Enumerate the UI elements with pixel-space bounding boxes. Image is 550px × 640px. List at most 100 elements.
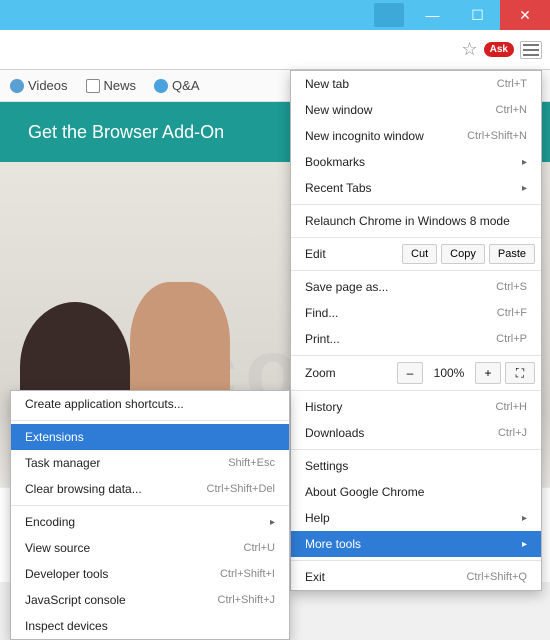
menu-label: New window [305,103,372,117]
menu-separator [11,505,289,506]
menu-label: Encoding [25,515,75,529]
tab-label: News [104,78,137,93]
menu-shortcut: Ctrl+U [244,542,275,554]
minimize-button[interactable]: — [410,0,455,30]
menu-label: Relaunch Chrome in Windows 8 mode [305,214,510,228]
menu-separator [291,355,541,356]
menu-label: Print... [305,332,340,346]
submenu-item-dev-tools[interactable]: Developer toolsCtrl+Shift+I [11,561,289,587]
menu-label: Task manager [25,456,100,470]
maximize-button[interactable]: ☐ [455,0,500,30]
menu-label: Settings [305,459,348,473]
submenu-item-create-shortcuts[interactable]: Create application shortcuts... [11,391,289,417]
menu-label: Clear browsing data... [25,482,142,496]
menu-item-help[interactable]: Help▸ [291,505,541,531]
hero-text: Get the Browser Add-On [28,122,224,143]
menu-label: Save page as... [305,280,388,294]
menu-item-save-as[interactable]: Save page as... Ctrl+S [291,274,541,300]
menu-label: More tools [305,537,361,551]
tab-news[interactable]: News [86,78,137,93]
menu-shortcut: Ctrl+N [496,104,527,116]
menu-shortcut: Ctrl+T [497,78,527,90]
menu-label: View source [25,541,90,555]
tab-label: Q&A [172,78,199,93]
menu-shortcut: Ctrl+H [496,401,527,413]
menu-label: Find... [305,306,338,320]
menu-label: Extensions [25,430,84,444]
menu-item-new-incognito[interactable]: New incognito window Ctrl+Shift+N [291,123,541,149]
menu-label: Edit [305,247,398,261]
menu-shortcut: Ctrl+Shift+J [218,594,275,606]
menu-label: Create application shortcuts... [25,397,184,411]
browser-toolbar: ☆ Ask [0,30,550,70]
menu-separator [291,237,541,238]
menu-item-print[interactable]: Print... Ctrl+P [291,326,541,352]
menu-item-relaunch[interactable]: Relaunch Chrome in Windows 8 mode [291,208,541,234]
fullscreen-button[interactable]: ⛶ [505,362,535,384]
menu-label: About Google Chrome [305,485,424,499]
chevron-right-icon: ▸ [270,517,275,528]
menu-label: History [305,400,342,414]
menu-label: Zoom [305,366,393,380]
menu-separator [291,449,541,450]
menu-label: Help [305,511,330,525]
menu-shortcut: Shift+Esc [228,457,275,469]
menu-label: Exit [305,570,325,584]
menu-label: Inspect devices [25,619,108,633]
cut-button[interactable]: Cut [402,244,437,264]
menu-item-history[interactable]: History Ctrl+H [291,394,541,420]
menu-item-about[interactable]: About Google Chrome [291,479,541,505]
play-icon [10,79,24,93]
hamburger-menu-icon[interactable] [520,41,542,59]
menu-shortcut: Ctrl+Shift+N [467,130,527,142]
paste-button[interactable]: Paste [489,244,535,264]
submenu-item-task-manager[interactable]: Task manager Shift+Esc [11,450,289,476]
menu-separator [291,270,541,271]
zoom-percent: 100% [427,366,471,380]
menu-separator [291,390,541,391]
menu-shortcut: Ctrl+Shift+I [220,568,275,580]
bookmark-star-icon[interactable]: ☆ [462,39,478,60]
menu-shortcut: Ctrl+F [497,307,527,319]
menu-label: New incognito window [305,129,424,143]
menu-shortcut: Ctrl+Shift+Q [466,571,527,583]
chevron-right-icon: ▸ [522,539,527,550]
menu-label: New tab [305,77,349,91]
question-icon [154,79,168,93]
submenu-item-inspect-devices[interactable]: Inspect devices [11,613,289,639]
menu-shortcut: Ctrl+P [496,333,527,345]
submenu-item-view-source[interactable]: View source Ctrl+U [11,535,289,561]
submenu-item-js-console[interactable]: JavaScript console Ctrl+Shift+J [11,587,289,613]
menu-item-settings[interactable]: Settings [291,453,541,479]
menu-shortcut: Ctrl+J [498,427,527,439]
close-button[interactable]: ✕ [500,0,550,30]
submenu-item-clear-data[interactable]: Clear browsing data...Ctrl+Shift+Del [11,476,289,502]
menu-separator [291,560,541,561]
menu-item-edit: Edit Cut Copy Paste [291,241,541,267]
chevron-right-icon: ▸ [522,183,527,194]
chevron-right-icon: ▸ [522,157,527,168]
chrome-main-menu: New tab Ctrl+T New window Ctrl+N New incog… [290,70,542,591]
menu-label: JavaScript console [25,593,126,607]
menu-item-exit[interactable]: Exit Ctrl+Shift+Q [291,564,541,590]
submenu-item-encoding[interactable]: Encoding ▸ [11,509,289,535]
user-icon[interactable] [374,3,404,27]
menu-item-more-tools[interactable]: More tools ▸ [291,531,541,557]
menu-item-bookmarks[interactable]: Bookmarks▸ [291,149,541,175]
tab-qa[interactable]: Q&A [154,78,199,93]
ask-extension-icon[interactable]: Ask [484,42,514,57]
tab-label: Videos [28,78,68,93]
menu-item-new-tab[interactable]: New tab Ctrl+T [291,71,541,97]
zoom-out-button[interactable]: – [397,362,423,384]
menu-shortcut: Ctrl+S [496,281,527,293]
menu-item-downloads[interactable]: DownloadsCtrl+J [291,420,541,446]
menu-label: Recent Tabs [305,181,372,195]
menu-item-new-window[interactable]: New window Ctrl+N [291,97,541,123]
menu-item-recent-tabs[interactable]: Recent Tabs ▸ [291,175,541,201]
submenu-item-extensions[interactable]: Extensions [11,424,289,450]
copy-button[interactable]: Copy [441,244,485,264]
menu-item-find[interactable]: Find... Ctrl+F [291,300,541,326]
zoom-in-button[interactable]: + [475,362,501,384]
tab-videos[interactable]: Videos [10,78,68,93]
news-icon [86,79,100,93]
